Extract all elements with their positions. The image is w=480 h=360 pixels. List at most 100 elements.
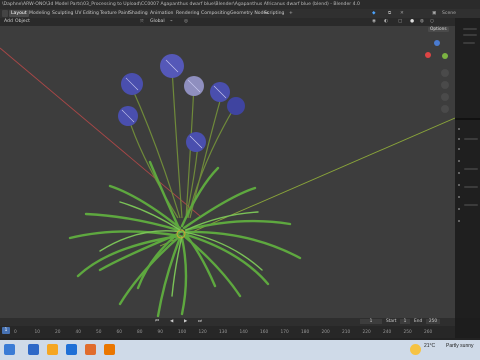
- timeline-tick-label: 220: [362, 330, 371, 335]
- tool-properties-icon[interactable]: [458, 128, 460, 130]
- end-frame-field[interactable]: 250: [426, 319, 440, 324]
- timeline-tick-label: 10: [34, 330, 40, 335]
- timeline-tick-label: 250: [403, 330, 412, 335]
- render-properties-icon[interactable]: [458, 138, 460, 140]
- tab-uv-editing[interactable]: UV Editing: [73, 10, 101, 17]
- transform-orientation-icon[interactable]: ⤧: [140, 19, 144, 25]
- panel-divider: [455, 118, 480, 120]
- viewport-header: Add Object ⤧ Global ⌁ ◎ ◉ ◐ ▢ ● ◍ ○: [0, 18, 455, 26]
- tab-shading[interactable]: Shading: [127, 10, 150, 17]
- timeline-tick-label: 40: [75, 330, 81, 335]
- add-workspace-button[interactable]: +: [287, 10, 295, 17]
- timeline-tick-label: 100: [178, 330, 187, 335]
- window-title: \Daphne\ARW-ONO\3d Model Parts\03_Proces…: [2, 1, 360, 7]
- jump-end-icon[interactable]: ⏭: [198, 319, 202, 324]
- visibility-icon[interactable]: ◉: [372, 19, 376, 24]
- timeline-tick-label: 200: [321, 330, 330, 335]
- timeline-tick-label: 260: [424, 330, 433, 335]
- weather-description: Partly sunny: [446, 343, 474, 349]
- material-properties-icon[interactable]: [458, 220, 460, 222]
- output-properties-icon[interactable]: [458, 148, 460, 150]
- proportional-edit-icon[interactable]: ◎: [184, 19, 188, 24]
- start-label: Start: [386, 319, 397, 324]
- outliner-row[interactable]: [463, 42, 475, 44]
- tab-layout[interactable]: Layout: [9, 10, 29, 17]
- copy-icon[interactable]: ⧉: [386, 10, 393, 17]
- object-menu[interactable]: Object: [15, 19, 30, 24]
- property-row[interactable]: [464, 204, 478, 206]
- timeline-tick-label: 130: [219, 330, 228, 335]
- current-frame-field[interactable]: 1: [360, 319, 382, 324]
- options-dropdown[interactable]: Options: [428, 27, 449, 32]
- timeline-tick-label: 60: [116, 330, 122, 335]
- view-layer-icon[interactable]: ▣: [430, 10, 438, 17]
- property-row[interactable]: [464, 138, 478, 140]
- agapanthus-leaves: [68, 160, 302, 318]
- overlay-icon[interactable]: ◐: [384, 19, 388, 24]
- taskbar-app-icon[interactable]: [28, 344, 39, 355]
- object-properties-icon[interactable]: [458, 184, 460, 186]
- tab-animation[interactable]: Animation: [148, 10, 175, 17]
- blender-taskbar-icon[interactable]: [104, 344, 115, 355]
- add-menu[interactable]: Add: [4, 19, 13, 24]
- scene-properties-icon[interactable]: [458, 160, 460, 162]
- blender-menu-icon[interactable]: [2, 10, 8, 17]
- snap-icon[interactable]: ⌁: [170, 19, 173, 24]
- viewport-scene: [0, 47, 455, 318]
- close-scene-icon[interactable]: ✕: [398, 10, 406, 17]
- timeline-tick-label: 210: [342, 330, 351, 335]
- playhead[interactable]: 1: [2, 327, 10, 334]
- workspace-bar: Layout Modeling Sculpting UV Editing Tex…: [0, 9, 480, 18]
- timeline-tick-label: 160: [260, 330, 269, 335]
- perspective-toggle-button[interactable]: [441, 105, 449, 113]
- windows-taskbar: 21°C Partly sunny: [0, 340, 480, 360]
- gizmo-z-axis[interactable]: [434, 40, 440, 46]
- modifier-properties-icon[interactable]: [458, 196, 460, 198]
- weather-temperature: 21°C: [424, 343, 436, 349]
- zoom-button[interactable]: [441, 69, 449, 77]
- tab-modeling[interactable]: Modeling: [27, 10, 52, 17]
- play-reverse-icon[interactable]: ◀: [170, 319, 173, 324]
- orientation-dropdown[interactable]: Global: [150, 19, 165, 24]
- world-properties-icon[interactable]: [458, 172, 460, 174]
- gizmo-x-axis[interactable]: [425, 52, 431, 58]
- browser-icon[interactable]: [66, 344, 77, 355]
- camera-view-button[interactable]: [441, 93, 449, 101]
- tab-sculpting[interactable]: Sculpting: [50, 10, 75, 17]
- tab-scripting[interactable]: Scripting: [262, 10, 286, 17]
- timeline[interactable]: ⏮ ◀ ▶ ⏭ 1 Start 1 End 250 1 0 10 20 40 50 60 8…: [0, 318, 455, 338]
- property-row[interactable]: [464, 168, 478, 170]
- scene-icon[interactable]: ◆: [370, 10, 378, 17]
- tab-compositing[interactable]: Compositing: [199, 10, 232, 17]
- timeline-tick-label: 0: [14, 330, 17, 335]
- scene-label: Scene: [442, 11, 457, 16]
- timeline-tick-label: 120: [198, 330, 207, 335]
- windows-start-icon[interactable]: [4, 344, 15, 355]
- timeline-tick-label: 240: [383, 330, 392, 335]
- taskbar-app-icon[interactable]: [85, 344, 96, 355]
- xray-icon[interactable]: ▢: [398, 19, 402, 24]
- 3d-viewport[interactable]: Options: [0, 26, 455, 318]
- weather-icon[interactable]: [410, 344, 421, 355]
- gizmo-y-axis[interactable]: [442, 53, 448, 59]
- timeline-tick-label: 140: [239, 330, 248, 335]
- outliner-row[interactable]: [463, 34, 477, 36]
- tab-rendering[interactable]: Rendering: [174, 10, 201, 17]
- rendered-shading-icon[interactable]: ○: [430, 19, 434, 24]
- property-row[interactable]: [464, 186, 478, 188]
- solid-shading-icon[interactable]: ●: [410, 19, 414, 24]
- play-icon[interactable]: ▶: [184, 319, 187, 324]
- navigation-gizmo[interactable]: [424, 40, 450, 66]
- jump-start-icon[interactable]: ⏮: [155, 319, 159, 324]
- file-explorer-icon[interactable]: [47, 344, 58, 355]
- outliner-row[interactable]: [463, 28, 477, 30]
- right-side-panels: [455, 18, 480, 318]
- pan-button[interactable]: [441, 81, 449, 89]
- timeline-tick-label: 20: [55, 330, 61, 335]
- data-properties-icon[interactable]: [458, 208, 460, 210]
- flower-heads: [118, 54, 245, 152]
- start-frame-field[interactable]: 1: [400, 319, 410, 324]
- material-shading-icon[interactable]: ◍: [420, 19, 424, 24]
- window-title-bar: \Daphne\ARW-ONO\3d Model Parts\03_Proces…: [0, 0, 480, 9]
- timeline-tick-label: 80: [137, 330, 143, 335]
